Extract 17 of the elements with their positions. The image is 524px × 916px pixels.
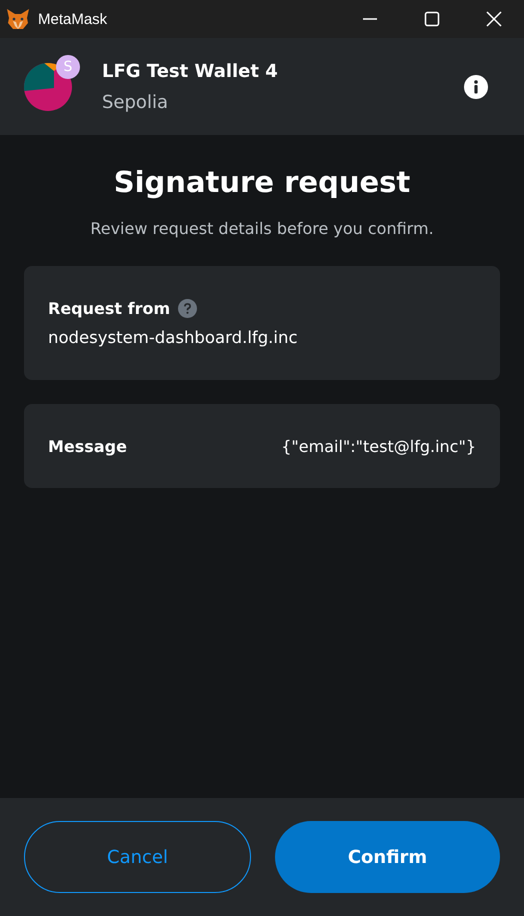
account-name: LFG Test Wallet 4	[102, 60, 278, 82]
request-origin: nodesystem-dashboard.lfg.inc	[48, 328, 299, 347]
fox-icon	[6, 8, 30, 30]
page-title: Signature request	[112, 165, 412, 199]
info-icon[interactable]	[464, 74, 488, 98]
network-badge: S	[56, 54, 80, 78]
close-icon[interactable]	[486, 11, 502, 27]
window-title: MetaMask	[38, 10, 108, 28]
maximize-icon[interactable]	[424, 11, 440, 27]
request-label: Request from	[48, 299, 170, 318]
confirm-button[interactable]: Confirm	[275, 821, 500, 893]
message-label: Message	[48, 436, 127, 456]
cancel-button[interactable]: Cancel	[24, 821, 251, 893]
help-icon[interactable]	[178, 299, 198, 318]
page-subtitle: Review request details before you confirm.	[89, 219, 435, 238]
message-value: {"email":"test@lfg.inc"}	[281, 436, 476, 456]
network-name: Sepolia	[102, 92, 169, 112]
